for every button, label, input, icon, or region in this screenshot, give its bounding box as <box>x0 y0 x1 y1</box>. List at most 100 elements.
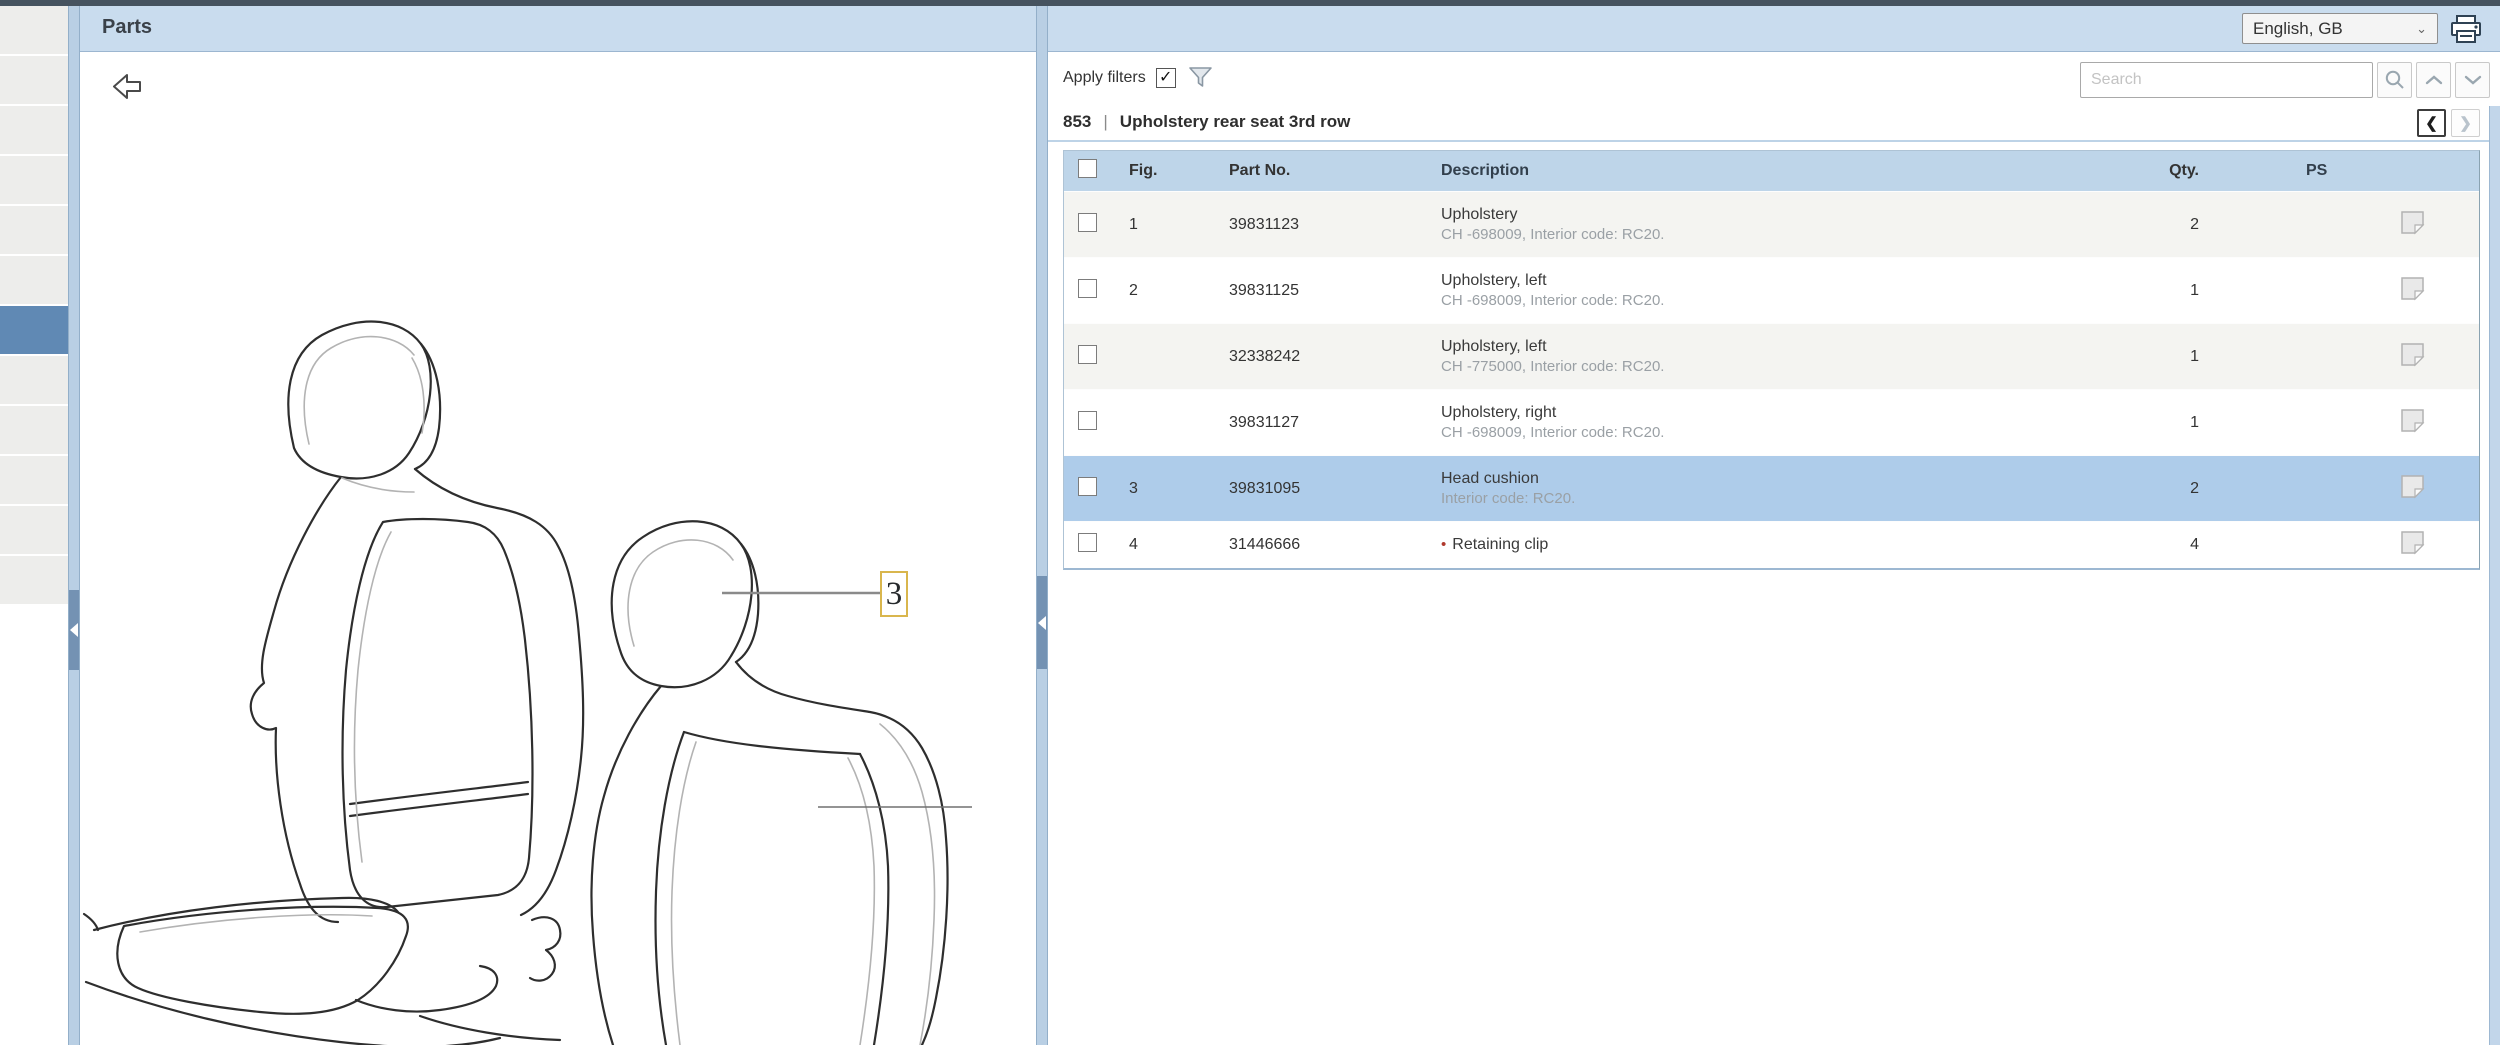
cell-part-number: 39831095 <box>1229 479 1301 497</box>
table-row[interactable]: 32338242 Upholstery, left CH -775000, Inte… <box>1064 323 2479 389</box>
sidebar-splitter[interactable] <box>68 6 80 1045</box>
cell-description: • Retaining clip <box>1441 536 1549 553</box>
cell-part-number: 39831127 <box>1229 413 1299 431</box>
back-arrow-button[interactable] <box>110 72 146 104</box>
seat-line-drawing <box>82 320 972 1045</box>
print-button[interactable] <box>2448 12 2484 46</box>
row-checkbox[interactable] <box>1078 476 1097 496</box>
sidebar-item-selected[interactable] <box>0 306 68 356</box>
section-code: 853 <box>1063 112 1092 131</box>
content-area: 3 Apply filters ✓ Search 853 | Upholster… <box>80 52 2500 1045</box>
search-button[interactable] <box>2377 62 2412 98</box>
back-arrow-icon <box>111 72 145 102</box>
cell-qty: 1 <box>2190 413 2199 431</box>
panel-divider-line <box>1048 140 2490 142</box>
apply-filters-control: Apply filters ✓ <box>1063 66 1213 89</box>
table-row[interactable]: 3 39831095 Head cushion Interior code: RC20… <box>1064 455 2479 521</box>
table-row[interactable]: 4 31446666 • Retaining clip 4 <box>1064 521 2479 568</box>
cell-part-number: 31446666 <box>1229 536 1301 553</box>
cell-description-sub: CH -698009, Interior code: RC20. <box>1441 292 1665 309</box>
cell-description: Head cushion Interior code: RC20. <box>1421 469 2071 508</box>
cell-fig: 3 <box>1129 479 1138 497</box>
cell-description-sub: CH -775000, Interior code: RC20. <box>1441 358 1665 375</box>
cell-qty: 2 <box>2190 479 2199 497</box>
sidebar-item[interactable] <box>0 256 68 306</box>
cell-fig: 4 <box>1129 536 1138 553</box>
part-note-icon[interactable] <box>2399 407 2426 434</box>
column-header-part: Part No. <box>1229 162 1291 179</box>
search-icon <box>2384 69 2406 91</box>
next-figure-button[interactable]: ❯ <box>2451 109 2480 137</box>
right-scroll-strip[interactable] <box>2489 106 2500 1045</box>
cell-part-number: 32338242 <box>1229 347 1301 365</box>
cell-qty: 2 <box>2190 215 2199 233</box>
sidebar-item[interactable] <box>0 206 68 256</box>
cell-description-sub: CH -698009, Interior code: RC20. <box>1441 226 1665 243</box>
cell-part-number: 39831123 <box>1229 215 1299 233</box>
sidebar-item[interactable] <box>0 6 68 56</box>
previous-figure-button[interactable]: ❮ <box>2417 109 2446 137</box>
callout-label-3[interactable]: 3 <box>880 571 908 617</box>
table-body: 1 39831123 Upholstery CH -698009, Interior … <box>1064 191 2479 568</box>
cell-description-sub: CH -698009, Interior code: RC20. <box>1441 424 1665 441</box>
sidebar-item[interactable] <box>0 506 68 556</box>
row-checkbox[interactable] <box>1078 533 1097 552</box>
section-title: Upholstery rear seat 3rd row <box>1119 112 1351 131</box>
find-previous-button[interactable] <box>2416 62 2451 98</box>
column-header-description: Description <box>1441 162 1530 179</box>
cell-qty: 4 <box>2190 536 2199 553</box>
sidebar-item[interactable] <box>0 556 68 606</box>
sidebar-item[interactable] <box>0 356 68 406</box>
language-dropdown[interactable]: English, GB ⌄ <box>2242 13 2438 44</box>
table-row[interactable]: 1 39831123 Upholstery CH -698009, Interior … <box>1064 191 2479 257</box>
row-checkbox[interactable] <box>1078 212 1097 232</box>
cell-description: Upholstery, left CH -698009, Interior cod… <box>1421 271 2071 310</box>
cell-fig: 2 <box>1129 281 1138 299</box>
row-checkbox[interactable] <box>1078 344 1097 364</box>
sidebar-item[interactable] <box>0 156 68 206</box>
cell-part-number: 39831125 <box>1229 281 1299 299</box>
sidebar-item[interactable] <box>0 106 68 156</box>
parts-header-bar: Parts English, GB ⌄ <box>80 6 2500 52</box>
cell-qty: 1 <box>2190 347 2199 365</box>
part-note-icon[interactable] <box>2399 209 2426 236</box>
apply-filters-label: Apply filters <box>1063 68 1146 86</box>
sidebar-item[interactable] <box>0 456 68 506</box>
part-note-icon[interactable] <box>2399 341 2426 368</box>
table-header-row: Fig. Part No. Description Qty. PS <box>1064 151 2479 191</box>
chevron-down-icon: ⌄ <box>2416 20 2427 36</box>
row-checkbox[interactable] <box>1078 278 1097 298</box>
panel-splitter[interactable] <box>1036 6 1048 1045</box>
cell-qty: 1 <box>2190 281 2199 299</box>
cell-fig: 1 <box>1129 215 1138 233</box>
figure-nav-group: ❮ ❯ <box>2417 109 2480 137</box>
cell-description: Upholstery CH -698009, Interior code: RC2… <box>1421 205 2071 244</box>
filter-funnel-icon[interactable] <box>1188 66 1213 89</box>
chevron-up-icon <box>2425 74 2443 86</box>
part-note-icon[interactable] <box>2399 275 2426 302</box>
find-next-button[interactable] <box>2455 62 2490 98</box>
parts-list-panel: Apply filters ✓ Search 853 | Upholstery … <box>1048 52 2500 1045</box>
sidebar-item[interactable] <box>0 406 68 456</box>
callout-number: 3 <box>885 575 903 612</box>
table-row[interactable]: 39831127 Upholstery, right CH -698009, Int… <box>1064 389 2479 455</box>
search-input[interactable] <box>2080 62 2373 98</box>
page-title: Parts <box>102 16 153 38</box>
chevron-down-icon <box>2464 74 2482 86</box>
row-checkbox[interactable] <box>1078 410 1097 430</box>
left-sidebar <box>0 6 68 606</box>
part-note-icon[interactable] <box>2399 473 2426 500</box>
column-header-ps: PS <box>2306 162 2328 179</box>
search-group <box>2080 62 2490 98</box>
splitter-collapse-handle[interactable] <box>69 590 79 670</box>
sidebar-item[interactable] <box>0 56 68 106</box>
cell-description: Upholstery, right CH -698009, Interior co… <box>1421 403 2071 442</box>
table-row[interactable]: 2 39831125 Upholstery, left CH -698009, Int… <box>1064 257 2479 323</box>
apply-filters-checkbox[interactable]: ✓ <box>1155 67 1176 88</box>
printer-icon <box>2450 14 2482 44</box>
part-note-icon[interactable] <box>2399 529 2426 556</box>
column-header-fig: Fig. <box>1129 162 1158 179</box>
select-all-checkbox[interactable] <box>1078 159 1097 178</box>
splitter-collapse-handle[interactable] <box>1037 576 1047 669</box>
cell-description-sub: Interior code: RC20. <box>1441 490 1576 507</box>
